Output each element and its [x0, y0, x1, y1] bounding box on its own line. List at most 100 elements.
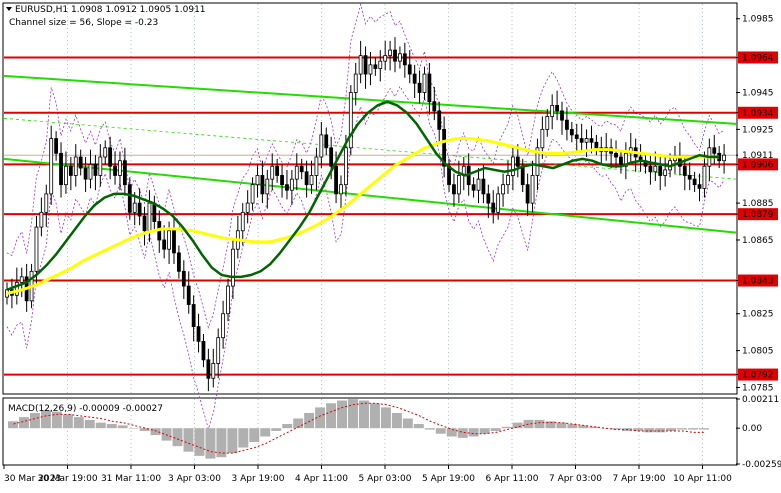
candle-body [177, 252, 181, 272]
candle-body [510, 156, 515, 176]
candle-body [196, 326, 201, 342]
candle-body [343, 147, 348, 186]
candle-body [73, 156, 78, 176]
candle-body [594, 141, 599, 149]
candle-body [59, 152, 63, 186]
macd-histogram-bar [216, 428, 227, 458]
candle-body [118, 160, 122, 176]
macd-histogram-bar [369, 403, 380, 429]
price-axis-label: 1.0865 [742, 236, 774, 246]
candle-body [574, 134, 579, 139]
candle-body [579, 138, 584, 143]
candle-body [712, 147, 717, 154]
price-axis-label: 1.0825 [742, 310, 774, 320]
candle-body [682, 165, 687, 176]
time-axis-label: 6 Apr 11:00 [486, 474, 539, 484]
macd-axis-label: 0.00211 [742, 395, 779, 405]
candle-body [132, 202, 137, 213]
candle-body [496, 193, 501, 213]
candle-body [142, 215, 147, 232]
price-axis-label: 1.0925 [742, 125, 774, 135]
candle-body [373, 64, 378, 69]
candle-body [49, 138, 54, 195]
macd-histogram-bar [501, 426, 512, 429]
candle-body [481, 178, 486, 195]
macd-histogram-bar [128, 428, 139, 429]
time-axis-label: 31 Mar 11:00 [101, 474, 161, 484]
macd-histogram-bar [688, 428, 699, 430]
candle-body [653, 165, 658, 173]
candle-body [34, 226, 39, 272]
candle-body [363, 55, 368, 75]
macd-histogram-bar [29, 412, 40, 429]
macd-histogram-bar [172, 428, 183, 447]
price-axis-label: 1.0906 [742, 160, 774, 170]
trading-chart: 0.00211 0.00 -0.00259 1.0985 1.0964 1.0945 1.… [0, 0, 781, 489]
candle-body [402, 53, 407, 66]
price-axis-label: 1.0945 [742, 88, 774, 98]
macd-histogram-bar [84, 419, 95, 429]
candle-body [280, 175, 284, 186]
macd-histogram-bar [457, 428, 468, 438]
candle-body [265, 178, 270, 195]
candle-body [216, 337, 221, 364]
macd-histogram-bar [282, 424, 293, 429]
candle-body [260, 175, 265, 195]
candle-body [137, 202, 142, 217]
macd-histogram-bar [271, 428, 282, 431]
macd-histogram-bar [490, 428, 501, 431]
candle-body [289, 178, 294, 191]
candle-body [186, 285, 191, 305]
candle-body [506, 175, 510, 186]
macd-histogram-bar [117, 425, 128, 429]
candle-body [353, 73, 358, 93]
candle-body [520, 165, 525, 186]
candle-body [314, 156, 319, 176]
macd-histogram-bar [534, 419, 545, 429]
candle-body [525, 184, 530, 204]
macd-histogram-bar [62, 414, 73, 429]
candle-body [162, 239, 167, 250]
macd-histogram-bar [556, 422, 567, 429]
candle-body [687, 175, 692, 180]
candle-body [44, 193, 49, 213]
candle-body [339, 184, 343, 195]
macd-histogram-bar [260, 428, 271, 437]
macd-histogram-bar [359, 400, 369, 429]
candle-body [324, 134, 329, 149]
candle-body [697, 184, 702, 189]
time-axis-label: 4 Apr 11:00 [295, 474, 348, 484]
macd-histogram-bar [238, 428, 249, 448]
price-axis-label: 1.0843 [742, 277, 774, 287]
candle-body [240, 211, 245, 232]
candle-body [304, 171, 309, 186]
candle-body [614, 152, 618, 158]
candle-body [569, 128, 574, 136]
candle-body [285, 184, 289, 191]
price-axis-label: 1.0885 [742, 199, 774, 209]
candle-body [127, 184, 132, 213]
candle-body [191, 304, 196, 328]
price-axis-label: 1.0879 [742, 210, 774, 220]
candle-body [19, 276, 24, 283]
candle-body [648, 165, 653, 173]
candle-body [181, 270, 186, 287]
candle-body [432, 101, 437, 112]
candle-body [211, 363, 216, 379]
candle-body [299, 165, 304, 173]
candle-body [422, 73, 427, 93]
price-axis-label: 1.0792 [742, 371, 774, 381]
macd-histogram-bar [326, 403, 337, 429]
time-axis-label: 3 Apr 19:00 [232, 474, 285, 484]
candle-body [206, 359, 211, 379]
time-axis-label: 7 Apr 03:00 [549, 474, 602, 484]
candle-body [83, 167, 88, 180]
macd-histogram-bar [337, 400, 348, 429]
price-axis-label: 1.0785 [742, 383, 774, 393]
candle-body [378, 60, 383, 69]
time-axis-label: 5 Apr 03:00 [359, 474, 412, 484]
candle-body [486, 193, 491, 204]
candle-body [663, 169, 668, 176]
macd-histogram-bar [249, 428, 260, 443]
symbol-ohlc-label: EURUSD,H1 1.0908 1.0912 1.0905 1.0911 [15, 5, 206, 15]
